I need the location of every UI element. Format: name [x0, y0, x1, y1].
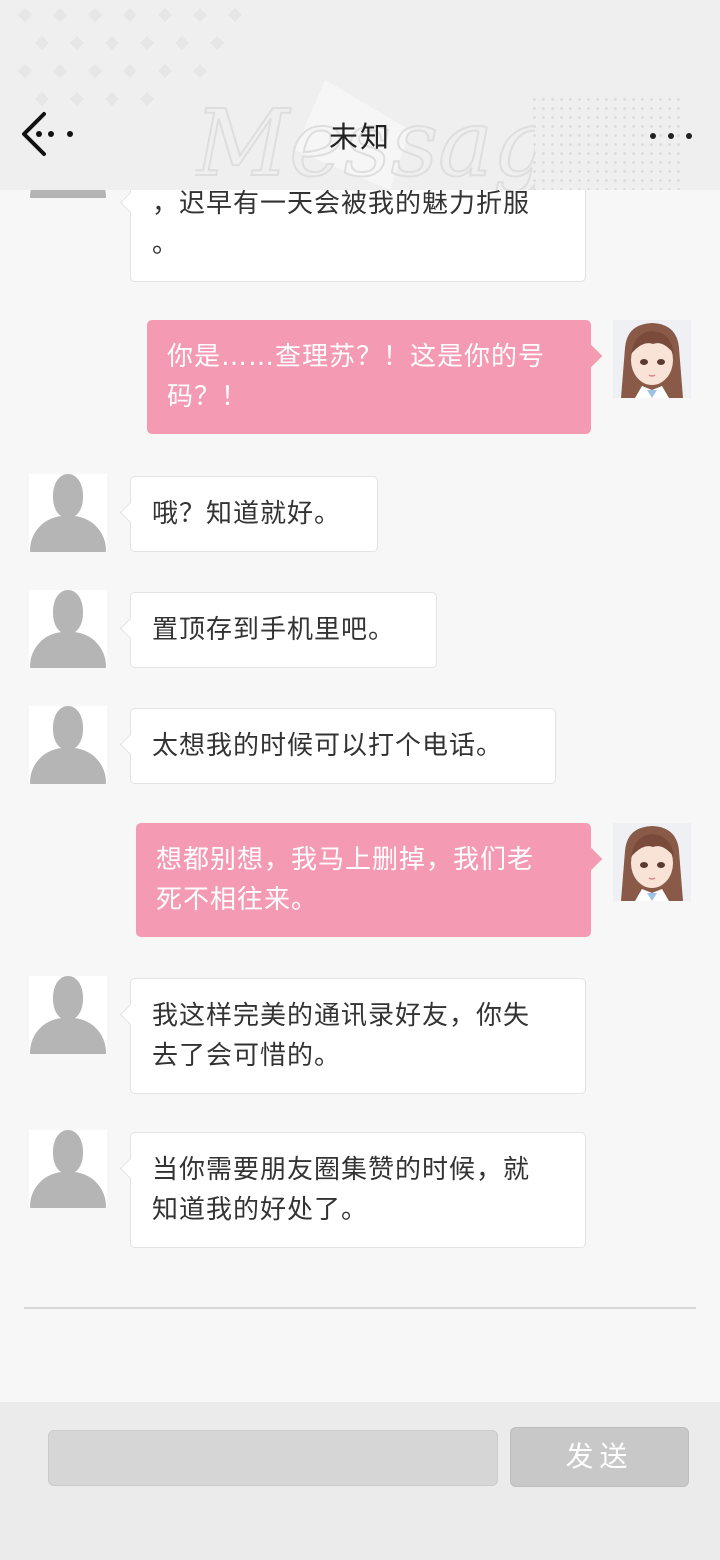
- message-bubble-outgoing: 想都别想，我马上删掉，我们老 死不相往来。: [136, 823, 591, 937]
- header: Message 未知: [0, 0, 720, 190]
- more-dot-icon: [650, 133, 656, 139]
- message-text: 我这样完美的通讯录好友，你失: [152, 1001, 531, 1031]
- contact-avatar[interactable]: [29, 706, 107, 784]
- message-text: 知道我的好处了。: [152, 1195, 369, 1225]
- message-bubble-outgoing: 你是……查理苏？！这是你的号 码？！: [147, 320, 591, 434]
- message-text: 太想我的时候可以打个电话。: [152, 731, 504, 761]
- more-dot-icon: [668, 133, 674, 139]
- message-text: 置顶存到手机里吧。: [152, 615, 396, 645]
- chat-title: 未知: [328, 120, 391, 154]
- contact-avatar[interactable]: [29, 474, 107, 552]
- message-text: 码？！: [167, 382, 249, 412]
- message-text: 死不相往来。: [156, 885, 319, 915]
- message-text: ，迟早有一天会被我的魅力折服: [152, 190, 531, 219]
- message-input[interactable]: [48, 1430, 498, 1486]
- message-text: 。: [152, 229, 180, 259]
- user-avatar[interactable]: [613, 823, 691, 901]
- message-text: 当你需要朋友圈集赞的时候，就: [152, 1155, 531, 1185]
- girl-avatar-icon: [613, 320, 691, 398]
- girl-avatar-icon: [613, 823, 691, 901]
- message-text: 哦？知道就好。: [152, 499, 342, 529]
- message-bubble-incoming: 太想我的时候可以打个电话。: [130, 708, 556, 784]
- send-button[interactable]: 发送: [510, 1427, 689, 1487]
- divider: [24, 1307, 696, 1309]
- message-bubble-incoming: 当你需要朋友圈集赞的时候，就 知道我的好处了。: [130, 1132, 586, 1248]
- user-avatar[interactable]: [613, 320, 691, 398]
- message-text: 你是……查理苏？！这是你的号: [167, 342, 546, 372]
- message-bubble-incoming: ，迟早有一天会被我的魅力折服 。: [130, 190, 586, 282]
- message-text: 去了会可惜的。: [152, 1041, 342, 1071]
- message-bubble-incoming: 我这样完美的通讯录好友，你失 去了会可惜的。: [130, 978, 586, 1094]
- more-options-button[interactable]: [648, 118, 698, 154]
- contact-avatar[interactable]: [29, 590, 107, 668]
- chat-area[interactable]: ，迟早有一天会被我的魅力折服 。 你是……查理苏？！这是你的号 码？！ 哦？知道…: [0, 190, 720, 1400]
- message-bubble-incoming: 置顶存到手机里吧。: [130, 592, 437, 668]
- contact-avatar[interactable]: [29, 976, 107, 1054]
- message-bubble-incoming: 哦？知道就好。: [130, 476, 378, 552]
- input-bar: 发送: [0, 1402, 720, 1560]
- contact-avatar[interactable]: [29, 190, 107, 198]
- more-dot-icon: [686, 133, 692, 139]
- message-text: 想都别想，我马上删掉，我们老: [156, 845, 535, 875]
- contact-avatar[interactable]: [29, 1130, 107, 1208]
